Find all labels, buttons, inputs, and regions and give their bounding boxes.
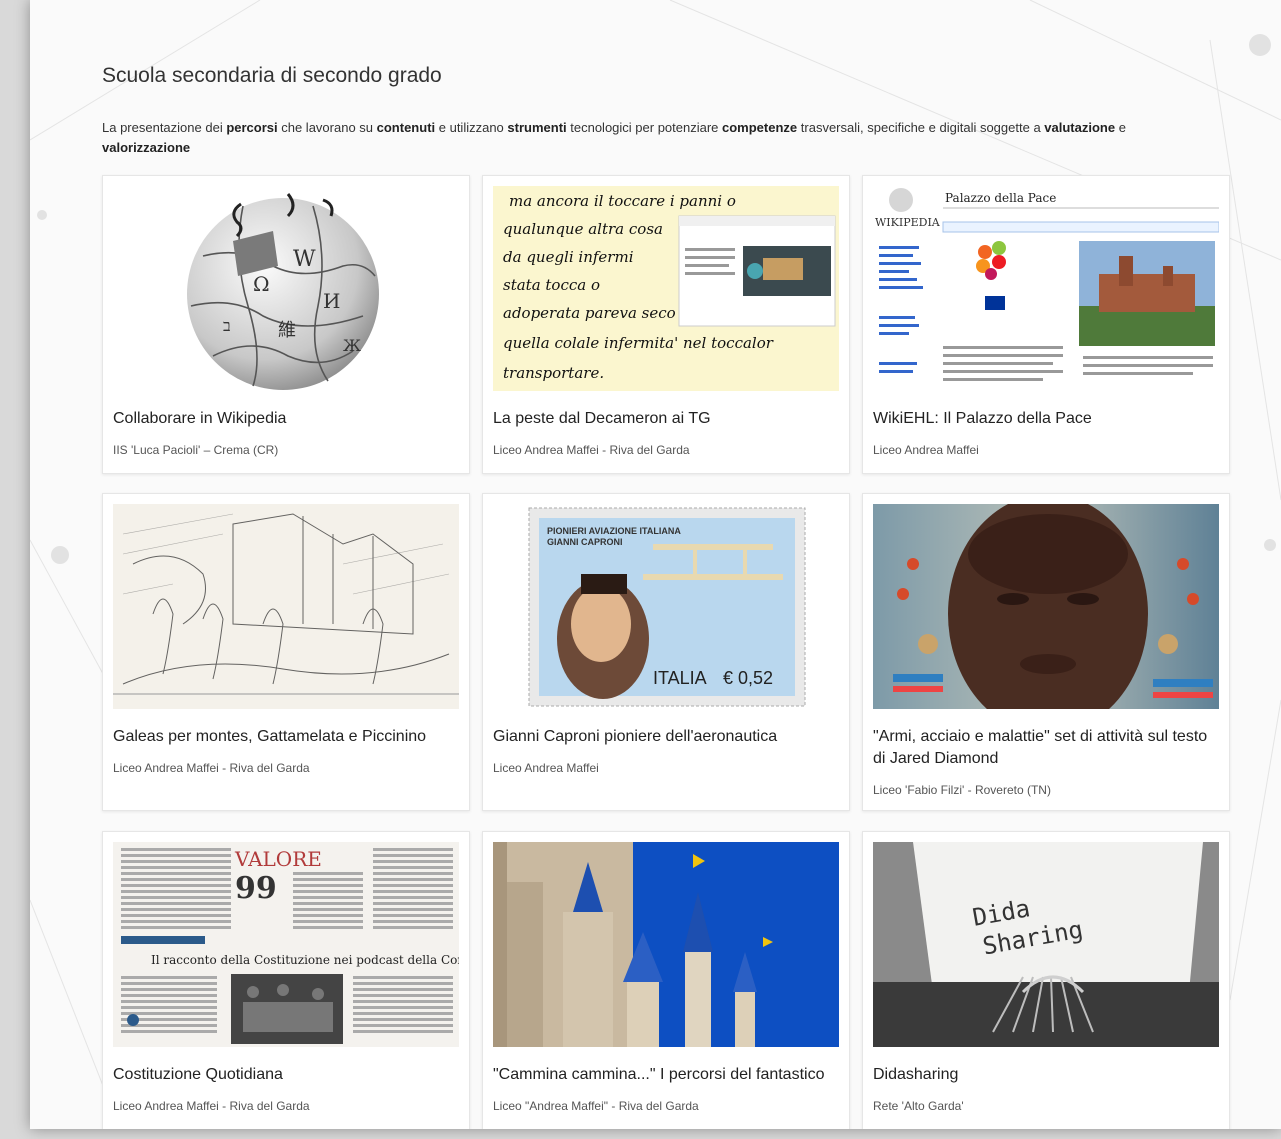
card-title[interactable]: La peste dal Decameron ai TG <box>493 408 839 430</box>
card-subtitle: Liceo Andrea Maffei - Riva del Garda <box>113 761 310 775</box>
stamp-value-text: € 0,52 <box>723 668 773 688</box>
intro-keyword: valorizzazione <box>102 140 191 155</box>
card-image-decameron-text: ma ancora il toccare i panni o qualunque… <box>493 186 839 391</box>
card-image-caproni-stamp: PIONIERI AVIAZIONE ITALIANA GIANNI CAPRO… <box>493 504 839 709</box>
page-panel: Scuola secondaria di secondo grado La pr… <box>30 0 1281 1129</box>
card-armi-acciaio-malattie[interactable]: "Armi, acciaio e malattie" set di attivi… <box>862 493 1230 811</box>
card-subtitle: Liceo Andrea Maffei <box>873 443 979 457</box>
stamp-name-text: GIANNI CAPRONI <box>547 537 623 547</box>
card-title[interactable]: Didasharing <box>873 1064 1219 1086</box>
card-title[interactable]: Gianni Caproni pioniere dell'aeronautica <box>493 726 839 748</box>
decameron-line: quella colale infermita' nel toccalor <box>503 334 774 352</box>
svg-text:Ж: Ж <box>343 336 361 355</box>
card-title[interactable]: Collaborare in Wikipedia <box>113 408 459 430</box>
intro-segment: e utilizzano <box>435 120 508 135</box>
card-galeas-per-montes[interactable]: Galeas per montes, Gattamelata e Piccini… <box>102 493 470 811</box>
intro-keyword: valutazione <box>1044 120 1116 135</box>
intro-segment: che lavorano su <box>277 120 377 135</box>
stamp-country-text: ITALIA <box>653 668 707 688</box>
wikipedia-wordmark: WIKIPEDIA <box>875 216 941 229</box>
intro-segment: e <box>1115 120 1126 135</box>
intro-keyword: competenze <box>722 120 798 135</box>
decameron-line: transportare. <box>503 364 604 382</box>
svg-text:99: 99 <box>235 871 277 906</box>
intro-segment: tecnologici per potenziare <box>566 120 723 135</box>
svg-text:И: И <box>323 289 340 313</box>
card-didasharing[interactable]: Dida Sharing Didasharing Rete 'Alto Gard… <box>862 831 1230 1129</box>
card-subtitle: Liceo Andrea Maffei <box>493 761 599 775</box>
card-collaborare-wikipedia[interactable]: W Ω И 維 ב Ж Collaborare in Wikipedia IIS… <box>102 175 470 474</box>
card-image-typewriter: Dida Sharing <box>873 842 1219 1047</box>
intro-text: La presentazione dei percorsi che lavora… <box>102 118 1202 158</box>
svg-text:維: 維 <box>278 320 296 341</box>
card-title[interactable]: WikiEHL: Il Palazzo della Pace <box>873 408 1219 430</box>
card-subtitle: Liceo "Andrea Maffei" - Riva del Garda <box>493 1099 699 1113</box>
card-image-newspaper: VALORE 99 Il racconto della Costituzione… <box>113 842 459 1047</box>
card-image-portrait <box>873 504 1219 709</box>
card-cammina-cammina[interactable]: "Cammina cammina..." I percorsi del fant… <box>482 831 850 1129</box>
card-subtitle: Liceo Andrea Maffei - Riva del Garda <box>493 443 690 457</box>
svg-text:Ω: Ω <box>253 272 270 296</box>
decameron-line: adoperata pareva seco <box>503 304 676 322</box>
decameron-line: da quegli infermi <box>503 248 634 266</box>
newspaper-headline: Il racconto della Costituzione nei podca… <box>151 953 459 967</box>
card-gianni-caproni[interactable]: PIONIERI AVIAZIONE ITALIANA GIANNI CAPRO… <box>482 493 850 811</box>
stamp-top-text: PIONIERI AVIAZIONE ITALIANA <box>547 526 681 536</box>
card-subtitle: Liceo 'Fabio Filzi' - Rovereto (TN) <box>873 783 1051 797</box>
svg-text:ב: ב <box>223 316 231 335</box>
card-title[interactable]: "Armi, acciaio e malattie" set di attivi… <box>873 726 1219 770</box>
card-subtitle: Liceo Andrea Maffei - Riva del Garda <box>113 1099 310 1113</box>
decameron-line: qualunque altra cosa <box>503 220 663 238</box>
intro-keyword: contenuti <box>376 120 436 135</box>
decameron-line: stata tocca o <box>503 276 600 294</box>
card-image-castle <box>493 842 839 1047</box>
newspaper-title: VALORE <box>234 847 322 871</box>
intro-segment: trasversali, specifiche e digitali sogge… <box>797 120 1045 135</box>
decameron-line: ma ancora il toccare i panni o <box>509 192 736 210</box>
card-subtitle: IIS 'Luca Pacioli' – Crema (CR) <box>113 443 279 457</box>
intro-keyword: strumenti <box>507 120 567 135</box>
card-wikiehl-palazzo[interactable]: WIKIPEDIA Palazzo della Pace WikiEHL: Il… <box>862 175 1230 474</box>
svg-text:W: W <box>293 247 316 272</box>
card-image-engraving <box>113 504 459 709</box>
card-costituzione-quotidiana[interactable]: VALORE 99 Il racconto della Costituzione… <box>102 831 470 1129</box>
card-image-wikipedia-globe: W Ω И 維 ב Ж <box>113 186 459 391</box>
intro-segment: La presentazione dei <box>102 120 227 135</box>
card-peste-decameron[interactable]: ma ancora il toccare i panni o qualunque… <box>482 175 850 474</box>
page-title: Scuola secondaria di secondo grado <box>102 64 442 87</box>
card-title[interactable]: Costituzione Quotidiana <box>113 1064 459 1086</box>
wiki-article-title: Palazzo della Pace <box>945 191 1056 205</box>
card-title[interactable]: Galeas per montes, Gattamelata e Piccini… <box>113 726 459 748</box>
card-subtitle: Rete 'Alto Garda' <box>873 1099 964 1113</box>
intro-keyword: percorsi <box>226 120 278 135</box>
card-image-wikipedia-article: WIKIPEDIA Palazzo della Pace <box>873 186 1219 391</box>
card-title[interactable]: "Cammina cammina..." I percorsi del fant… <box>493 1064 839 1086</box>
